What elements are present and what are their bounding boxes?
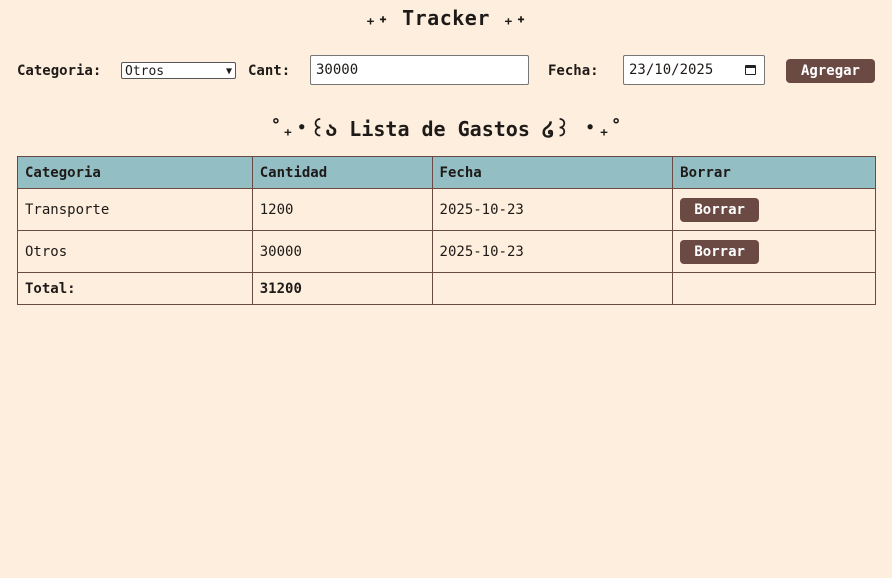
categoria-select[interactable]: Otros ▼ xyxy=(121,62,236,79)
header-borrar: Borrar xyxy=(672,156,876,189)
table-header-row: Categoria Cantidad Fecha Borrar xyxy=(17,156,876,189)
fecha-label: Fecha: xyxy=(548,63,599,79)
header-fecha: Fecha xyxy=(431,156,674,189)
cant-label: Cant: xyxy=(248,63,291,79)
total-value: 31200 xyxy=(251,272,433,305)
cell-fecha: 2025-10-23 xyxy=(431,188,674,231)
cell-categoria: Otros xyxy=(17,230,253,273)
total-empty-cell xyxy=(672,272,876,305)
calendar-icon[interactable] xyxy=(745,65,756,75)
categoria-select-value: Otros xyxy=(125,64,165,79)
expenses-table: Categoria Cantidad Fecha Borrar Transpor… xyxy=(17,156,876,305)
table-row: Otros 30000 2025-10-23 Borrar xyxy=(17,230,876,273)
list-title: ˚₊‧꒰ა Lista de Gastos ໒꒱ ‧₊˚ xyxy=(269,117,623,141)
chevron-down-icon: ▼ xyxy=(225,66,232,77)
cell-cantidad: 30000 xyxy=(251,230,433,273)
cell-borrar: Borrar xyxy=(672,230,876,273)
header-cantidad: Cantidad xyxy=(251,156,433,189)
total-empty-cell xyxy=(431,272,674,305)
cell-cantidad: 1200 xyxy=(251,188,433,231)
cell-fecha: 2025-10-23 xyxy=(431,230,674,273)
total-label: Total: xyxy=(17,272,253,305)
header-categoria: Categoria xyxy=(17,156,253,189)
cell-categoria: Transporte xyxy=(17,188,253,231)
table-row: Transporte 1200 2025-10-23 Borrar xyxy=(17,188,876,231)
borrar-button[interactable]: Borrar xyxy=(680,197,760,222)
fecha-input[interactable]: 23/10/2025 xyxy=(623,55,765,85)
total-row: Total: 31200 xyxy=(17,272,876,305)
page-title: ₊˖ Tracker ₊˖ xyxy=(364,6,528,30)
expense-form: Categoria: Otros ▼ Cant: 30000 Fecha: 23… xyxy=(17,55,877,87)
categoria-label: Categoria: xyxy=(17,63,102,79)
agregar-button[interactable]: Agregar xyxy=(786,59,875,83)
borrar-button[interactable]: Borrar xyxy=(680,239,760,264)
cant-input-value: 30000 xyxy=(316,62,359,78)
cant-input[interactable]: 30000 xyxy=(310,55,529,85)
cell-borrar: Borrar xyxy=(672,188,876,231)
fecha-input-value: 23/10/2025 xyxy=(629,62,714,78)
